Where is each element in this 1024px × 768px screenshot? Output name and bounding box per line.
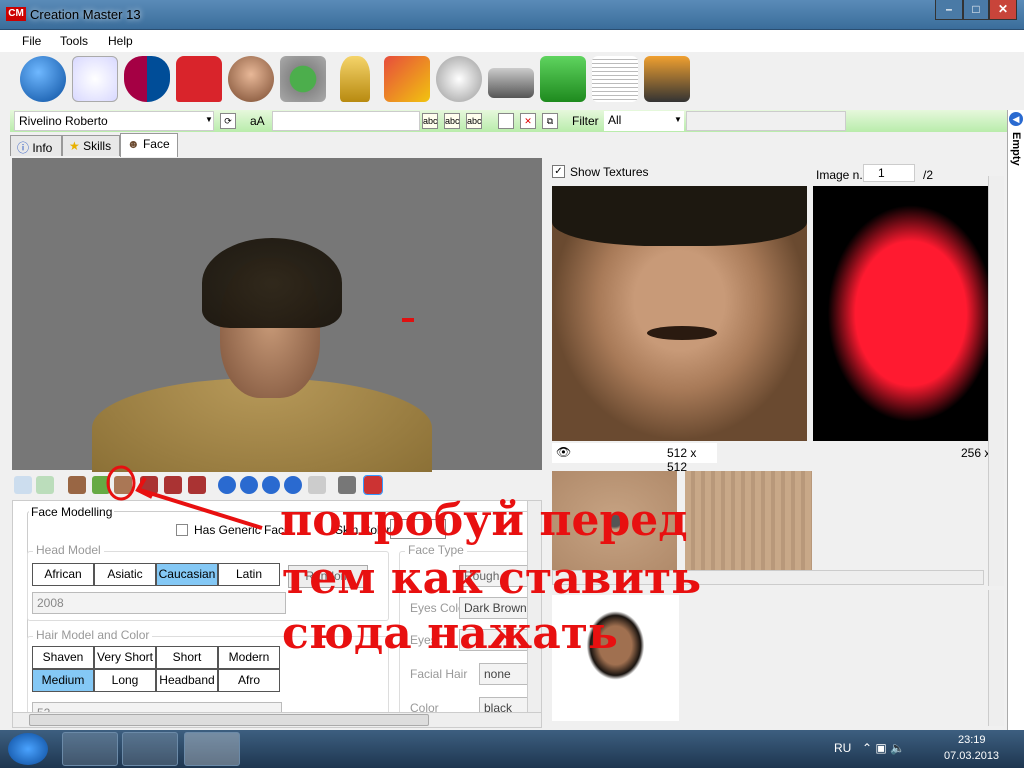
annotation-arrow [139,488,263,530]
arrow-head [135,476,153,499]
annotation-line-2: тем как ставить [282,553,702,604]
annotation-line-1: попробуй перед [280,495,688,546]
annotation-line-3: сюда нажать [282,608,618,659]
highlight-circle [106,465,136,501]
